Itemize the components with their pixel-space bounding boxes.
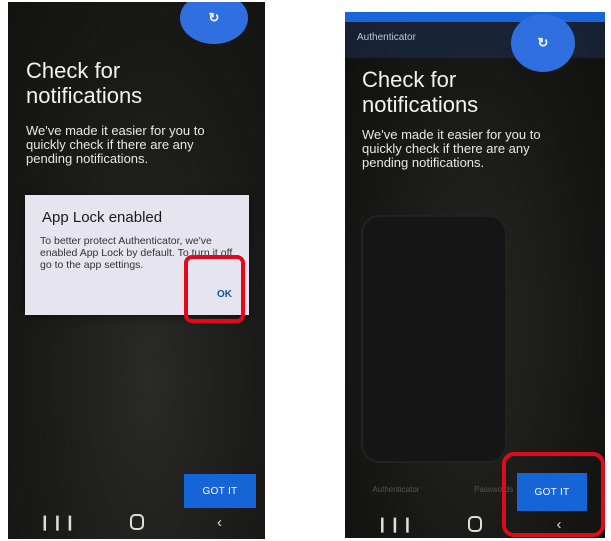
got-it-highlight-box [502, 452, 605, 537]
coach-description: We've made it easier for you to quickly … [26, 123, 205, 166]
recents-icon[interactable]: ❙❙❙ [39, 513, 77, 531]
system-nav-bar: ❙❙❙ ‹ [8, 505, 265, 539]
status-bar [345, 12, 605, 22]
home-icon[interactable] [468, 516, 482, 532]
dialog-title: App Lock enabled [42, 209, 163, 226]
refresh-icon: ↻ [208, 10, 220, 25]
ok-highlight-box [184, 255, 245, 323]
coach-title: Check for notifications [26, 58, 143, 108]
recents-icon[interactable]: ❙❙❙ [376, 515, 414, 533]
back-icon[interactable]: ‹ [205, 514, 235, 531]
got-it-button[interactable]: GOT IT [184, 474, 256, 508]
tab-authenticator[interactable]: Authenticator [372, 485, 419, 494]
refresh-button[interactable]: ↻ [180, 2, 248, 44]
refresh-icon: ↻ [537, 35, 549, 50]
background-phone-image [363, 217, 505, 461]
coach-title: Check for notifications [362, 67, 479, 117]
home-icon[interactable] [129, 514, 144, 530]
coach-description: We've made it easier for you to quickly … [362, 127, 541, 170]
app-title: Authenticator [357, 32, 416, 43]
refresh-button[interactable]: ↻ [511, 14, 575, 72]
